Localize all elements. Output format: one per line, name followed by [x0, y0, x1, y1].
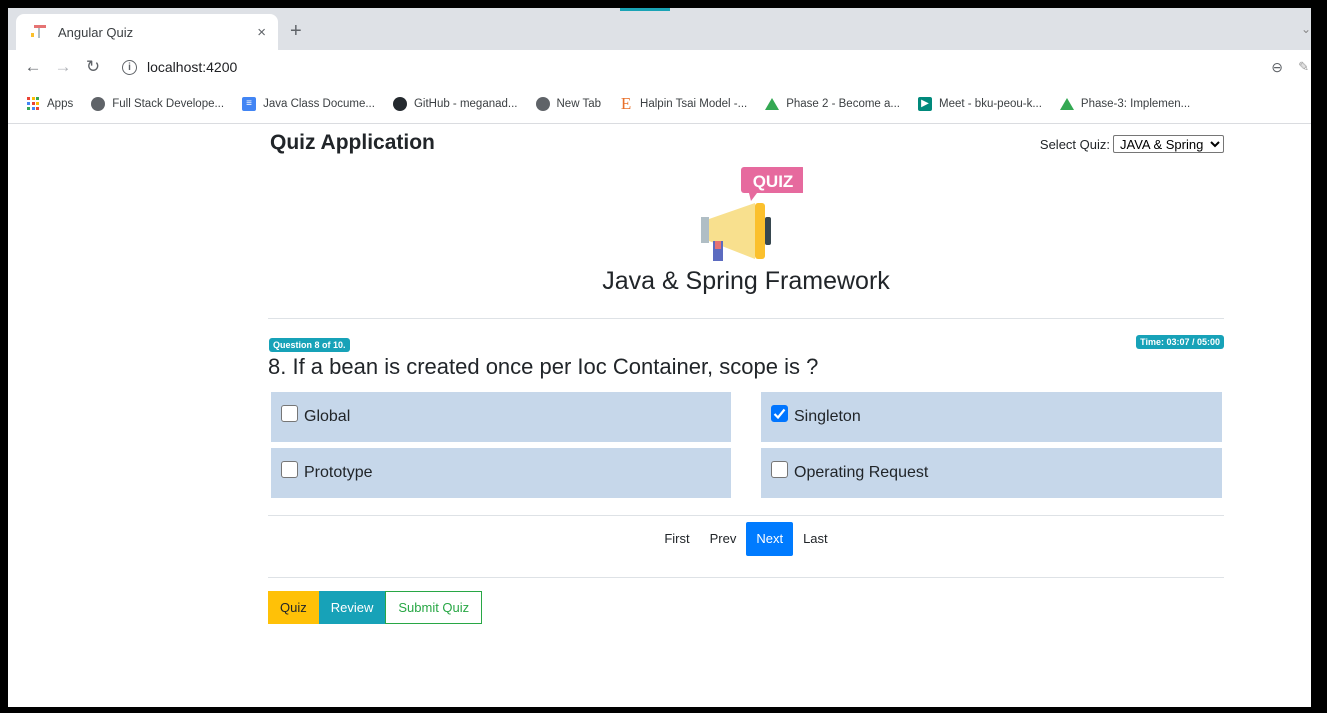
bookmark-apps[interactable]: Apps [26, 96, 73, 111]
new-tab-icon[interactable]: + [290, 20, 302, 43]
angular-favicon-icon [28, 24, 48, 40]
review-button[interactable]: Review [318, 591, 386, 624]
browser-tab[interactable]: Angular Quiz × [16, 14, 278, 50]
divider [268, 577, 1224, 578]
bookmark-item[interactable]: ≡ Java Class Docume... [242, 96, 375, 111]
tab-strip: Angular Quiz × + ⌄ [8, 8, 1311, 50]
checkbox[interactable] [281, 460, 298, 478]
extension-icon[interactable]: ✎ [1298, 59, 1309, 75]
quiz-name-heading: Java & Spring Framework [602, 267, 890, 295]
option-global[interactable]: Global [271, 392, 731, 442]
tab-indicator [620, 8, 670, 11]
logo-text: QUIZ [753, 172, 794, 191]
bookmark-item[interactable]: ▶ Meet - bku-peou-k... [918, 96, 1042, 111]
select-quiz-label: Select Quiz: [1039, 136, 1110, 152]
quiz-megaphone-logo: QUIZ [693, 165, 805, 265]
bookmark-item[interactable]: E Halpin Tsai Model -... [619, 93, 747, 113]
address-bar[interactable]: i localhost:4200 [122, 59, 237, 75]
last-button[interactable]: Last [793, 522, 838, 556]
apps-icon [26, 96, 40, 111]
tab-search-icon[interactable]: ⌄ [1301, 22, 1311, 36]
checkbox-checked[interactable] [771, 404, 788, 422]
pagination: First Prev Next Last [268, 522, 1224, 556]
e-icon: E [620, 93, 632, 113]
github-icon [392, 96, 407, 111]
bookmark-item[interactable]: Phase-3: Implemen... [1059, 97, 1190, 110]
prev-button[interactable]: Prev [700, 522, 747, 556]
bookmark-item[interactable]: Full Stack Develope... [91, 96, 224, 111]
question-text: 8. If a bean is created once per Ioc Con… [268, 354, 819, 379]
next-button[interactable]: Next [746, 522, 794, 556]
divider [268, 318, 1224, 319]
bookmark-item[interactable]: Phase 2 - Become a... [765, 97, 900, 110]
meet-icon: ▶ [918, 96, 933, 111]
tab-title: Angular Quiz [58, 24, 134, 40]
quiz-container: Quiz Application Select Quiz: JAVA & Spr… [268, 125, 1224, 707]
option-singleton[interactable]: Singleton [761, 392, 1222, 442]
option-prototype[interactable]: Prototype [271, 448, 731, 498]
reload-icon[interactable]: ↻ [78, 57, 108, 77]
checkmark-icon [773, 408, 786, 419]
bookmarks-bar: Apps Full Stack Develope... ≡ Java Class… [8, 84, 1311, 124]
globe-icon [91, 96, 106, 111]
back-arrow-icon[interactable]: ← [18, 57, 48, 77]
app-title: Quiz Application [270, 131, 435, 154]
option-operating-request[interactable]: Operating Request [761, 448, 1222, 498]
bookmark-item[interactable]: GitHub - meganad... [392, 96, 518, 111]
quiz-button[interactable]: Quiz [268, 591, 319, 624]
browser-toolbar: ← → ↻ i localhost:4200 ⊖ ✎ [8, 50, 1311, 84]
quiz-select[interactable]: JAVA & Spring [1113, 135, 1224, 153]
drive-icon [765, 97, 780, 110]
bookmark-item[interactable]: New Tab [535, 96, 601, 111]
question-counter-badge: Question 8 of 10. [269, 338, 350, 352]
browser-window: Angular Quiz × + ⌄ ← → ↻ i localhost:420… [8, 8, 1311, 707]
mode-button-group: Quiz Review Submit Quiz [268, 591, 483, 624]
url-text[interactable]: localhost:4200 [147, 59, 237, 75]
zoom-icon[interactable]: ⊖ [1271, 59, 1283, 76]
info-icon[interactable]: i [122, 59, 137, 75]
web-page: Quiz Application Select Quiz: JAVA & Spr… [8, 125, 1311, 707]
checkbox[interactable] [771, 460, 788, 478]
divider [268, 515, 1224, 516]
quiz-selector: Select Quiz: JAVA & Spring [1040, 135, 1224, 153]
timer-badge: Time: 03:07 / 05:00 [1136, 335, 1224, 349]
doc-icon: ≡ [242, 96, 257, 111]
drive-icon [1059, 97, 1074, 110]
first-button[interactable]: First [654, 522, 699, 556]
globe-icon [535, 96, 550, 111]
checkbox[interactable] [281, 404, 298, 422]
forward-arrow-icon[interactable]: → [48, 57, 78, 77]
submit-quiz-button[interactable]: Submit Quiz [385, 591, 483, 624]
close-icon[interactable]: × [257, 24, 266, 41]
